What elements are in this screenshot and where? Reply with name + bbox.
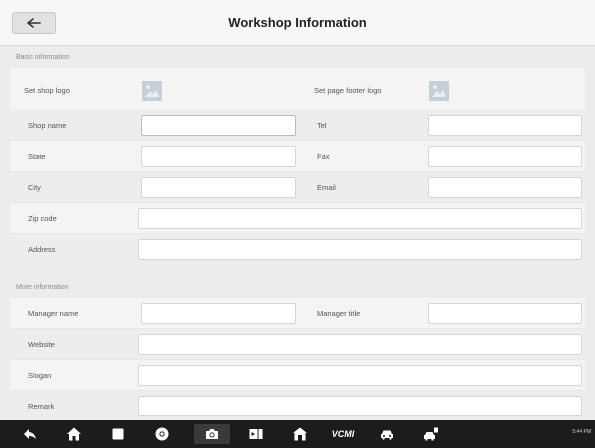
- chrome-icon: [155, 427, 169, 441]
- zip-code-row: Zip code: [10, 203, 585, 234]
- camera-icon: [206, 429, 218, 439]
- shop-logo-image-icon[interactable]: [142, 81, 162, 101]
- vci-label: VCMI: [331, 429, 355, 439]
- state-input[interactable]: [141, 146, 296, 167]
- shop-name-input[interactable]: [141, 115, 296, 136]
- home-icon: [67, 427, 81, 441]
- remark-input[interactable]: [138, 396, 582, 416]
- nav-browser-button[interactable]: [150, 424, 174, 444]
- manager-title-input[interactable]: [428, 303, 582, 324]
- nav-recent-apps-button[interactable]: [106, 424, 130, 444]
- nav-remote-button[interactable]: [419, 424, 443, 444]
- more-info-panel: Manager name Manager title Website Sloga…: [10, 298, 585, 420]
- city-row: City Email: [10, 172, 585, 203]
- header-bar: Workshop Information: [0, 0, 595, 46]
- basic-info-panel: Set shop logo Set page footer logo Shop …: [10, 68, 585, 265]
- email-input[interactable]: [428, 177, 582, 198]
- address-label: Address: [28, 245, 56, 254]
- website-input[interactable]: [138, 334, 582, 355]
- email-label: Email: [317, 183, 336, 192]
- slogan-row: Slogan: [10, 360, 585, 391]
- manager-title-label: Manager title: [317, 309, 361, 318]
- page-title: Workshop Information: [228, 15, 367, 30]
- nav-screenshot-button[interactable]: [194, 424, 230, 444]
- city-label: City: [28, 183, 41, 192]
- fax-label: Fax: [317, 152, 330, 161]
- website-row: Website: [10, 329, 585, 360]
- footer-logo-label: Set page footer logo: [314, 86, 382, 95]
- shop-icon: [293, 427, 307, 441]
- workshop-information-screen: Workshop Information Basic information S…: [0, 0, 595, 448]
- website-label: Website: [28, 340, 55, 349]
- shop-name-label: Shop name: [28, 121, 67, 130]
- tel-label: Tel: [317, 121, 327, 130]
- nav-shop-button[interactable]: [288, 424, 312, 444]
- nav-home-button[interactable]: [62, 424, 86, 444]
- status-bar-clock: 5:44 PM: [572, 429, 591, 435]
- remote-car-icon: [424, 427, 438, 441]
- section-heading-more: More information: [16, 284, 69, 291]
- section-heading-basic: Basic information: [16, 54, 70, 61]
- nav-back-button[interactable]: [18, 424, 42, 444]
- footer-logo-image-icon[interactable]: [429, 81, 449, 101]
- tel-input[interactable]: [428, 115, 582, 136]
- recent-apps-icon: [112, 428, 124, 440]
- manager-row: Manager name Manager title: [10, 298, 585, 329]
- zip-code-input[interactable]: [138, 208, 582, 229]
- nav-vehicle-button[interactable]: [375, 424, 399, 444]
- remark-label: Remark: [28, 402, 55, 411]
- manager-name-label: Manager name: [28, 309, 79, 318]
- remark-row: Remark: [10, 391, 585, 420]
- logo-row: Set shop logo Set page footer logo: [10, 72, 585, 108]
- slogan-label: Slogan: [28, 371, 52, 380]
- state-label: State: [28, 152, 46, 161]
- shop-logo-label: Set shop logo: [24, 86, 70, 95]
- address-row: Address: [10, 234, 585, 265]
- screen-record-icon: [249, 429, 263, 439]
- address-input[interactable]: [138, 239, 582, 260]
- nav-screen-record-button[interactable]: [244, 424, 268, 444]
- car-wifi-icon: [381, 430, 393, 440]
- back-icon: [24, 429, 36, 439]
- zip-code-label: Zip code: [28, 214, 57, 223]
- nav-vci-button[interactable]: VCMI: [326, 424, 360, 444]
- bottom-nav-bar: VCMI 5:44 PM: [0, 420, 595, 448]
- shop-name-row: Shop name Tel: [10, 110, 585, 141]
- city-input[interactable]: [141, 177, 296, 198]
- slogan-input[interactable]: [138, 365, 582, 386]
- fax-input[interactable]: [428, 146, 582, 167]
- state-row: State Fax: [10, 141, 585, 172]
- manager-name-input[interactable]: [141, 303, 296, 324]
